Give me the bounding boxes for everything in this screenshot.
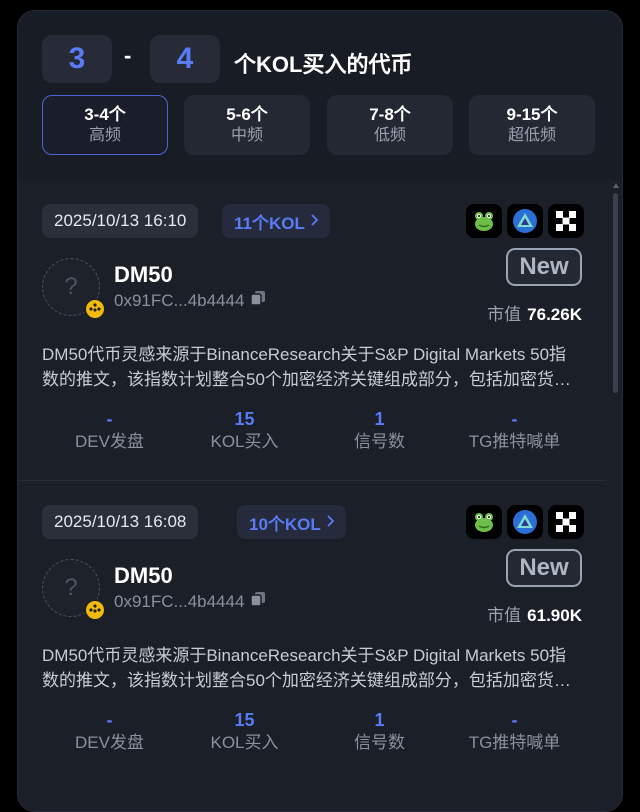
token-address: 0x91FC...4b4444 [114, 290, 266, 311]
token-name: DM50 [114, 262, 173, 287]
kol-token-panel: 3 - 4 个KOL买入的代币 3-4个 高频 5-6个 中频 7-8个 低频 … [17, 10, 623, 812]
tab-label: 超低频 [507, 126, 556, 144]
kol-count-button[interactable]: 10个KOL [237, 505, 346, 539]
token-name: DM50 [114, 563, 173, 588]
stat-label: 信号数 [354, 733, 405, 752]
range-separator: - [124, 43, 132, 68]
kol-count-button[interactable]: 11个KOL [222, 204, 330, 238]
stat-label: TG推特喊单 [468, 733, 561, 752]
address-text: 0x91FC...4b4444 [114, 290, 245, 310]
frog-icon[interactable] [466, 204, 502, 238]
stat-value: - [511, 710, 518, 730]
scroll-up-arrow-icon[interactable] [613, 183, 619, 188]
tab-ultra-low-frequency[interactable]: 9-15个 超低频 [469, 95, 595, 155]
stat-label: KOL买入 [210, 733, 279, 752]
token-card[interactable]: 2025/10/13 16:08 10个KOL New 市值 61.90K ? … [18, 481, 608, 781]
stat-tg-calls: - TG推特喊单 [447, 709, 582, 755]
copy-icon[interactable] [250, 290, 266, 311]
market-cap-value: 61.90K [527, 606, 582, 625]
stat-kol-buys: 15 KOL买入 [177, 709, 312, 755]
stat-value: - [106, 710, 113, 730]
tab-mid-frequency[interactable]: 5-6个 中频 [184, 95, 310, 155]
kol-count-label: 10个KOL [249, 514, 321, 534]
market-cap: 市值 61.90K [487, 601, 582, 626]
token-stats: - DEV发盘 15 KOL买入 1 信号数 - TG推特喊单 [42, 709, 582, 755]
stat-label: DEV发盘 [75, 432, 144, 451]
tab-label: 低频 [373, 126, 406, 144]
new-badge: New [506, 549, 582, 587]
x-icon[interactable] [548, 505, 584, 539]
tab-label: 高频 [88, 126, 121, 144]
tab-low-frequency[interactable]: 7-8个 低频 [327, 95, 453, 155]
stat-dev: - DEV发盘 [42, 709, 177, 755]
tab-range: 7-8个 [369, 104, 411, 124]
stat-signals: 1 信号数 [312, 709, 447, 755]
market-cap: 市值 76.26K [487, 300, 582, 325]
stat-value: - [511, 409, 518, 429]
platform-icons [466, 204, 584, 238]
stat-signals: 1 信号数 [312, 408, 447, 454]
triangle-logo-icon[interactable] [507, 204, 543, 238]
stat-value: 15 [234, 710, 255, 730]
platform-icons [466, 505, 584, 539]
stat-label: DEV发盘 [75, 733, 144, 752]
stat-value: 1 [374, 409, 385, 429]
stat-value: 15 [234, 409, 255, 429]
tab-high-frequency[interactable]: 3-4个 高频 [42, 95, 168, 155]
stat-label: 信号数 [354, 432, 405, 451]
x-icon[interactable] [548, 204, 584, 238]
range-max-input[interactable]: 4 [150, 35, 220, 83]
stat-kol-buys: 15 KOL买入 [177, 408, 312, 454]
market-cap-label: 市值 [487, 606, 522, 625]
market-cap-value: 76.26K [527, 305, 582, 324]
token-stats: - DEV发盘 15 KOL买入 1 信号数 - TG推特喊单 [42, 408, 582, 454]
header: 3 - 4 个KOL买入的代币 3-4个 高频 5-6个 中频 7-8个 低频 … [18, 11, 622, 180]
page-title: 个KOL买入的代币 [234, 52, 413, 77]
range-min-input[interactable]: 3 [42, 35, 112, 83]
frog-icon[interactable] [466, 505, 502, 539]
datetime-badge: 2025/10/13 16:10 [42, 204, 199, 238]
address-text: 0x91FC...4b4444 [114, 591, 245, 611]
stat-value: - [106, 409, 113, 429]
stat-label: TG推特喊单 [468, 432, 561, 451]
stat-label: KOL买入 [210, 432, 279, 451]
chevron-right-icon [327, 512, 335, 532]
chevron-right-icon [311, 211, 319, 231]
token-card[interactable]: 2025/10/13 16:10 11个KOL New 市值 76.26K ? … [18, 180, 608, 480]
token-list[interactable]: 2025/10/13 16:10 11个KOL New 市值 76.26K ? … [18, 180, 622, 811]
tab-range: 3-4个 [84, 104, 126, 124]
stat-dev: - DEV发盘 [42, 408, 177, 454]
token-description: DM50代币灵感来源于BinanceResearch关于S&P Digital … [42, 646, 571, 690]
scrollbar[interactable] [613, 193, 618, 393]
datetime-badge: 2025/10/13 16:08 [42, 505, 199, 539]
stat-tg-calls: - TG推特喊单 [447, 408, 582, 454]
new-badge: New [506, 248, 582, 286]
stat-value: 1 [374, 710, 385, 730]
tab-range: 9-15个 [506, 104, 558, 124]
token-description: DM50代币灵感来源于BinanceResearch关于S&P Digital … [42, 345, 571, 389]
triangle-logo-icon[interactable] [507, 505, 543, 539]
tab-range: 5-6个 [226, 104, 268, 124]
bnb-chain-icon [84, 599, 106, 621]
copy-icon[interactable] [250, 591, 266, 612]
bnb-chain-icon [84, 298, 106, 320]
tab-label: 中频 [230, 126, 263, 144]
kol-count-label: 11个KOL [234, 213, 305, 233]
market-cap-label: 市值 [487, 305, 522, 324]
token-address: 0x91FC...4b4444 [114, 591, 266, 612]
